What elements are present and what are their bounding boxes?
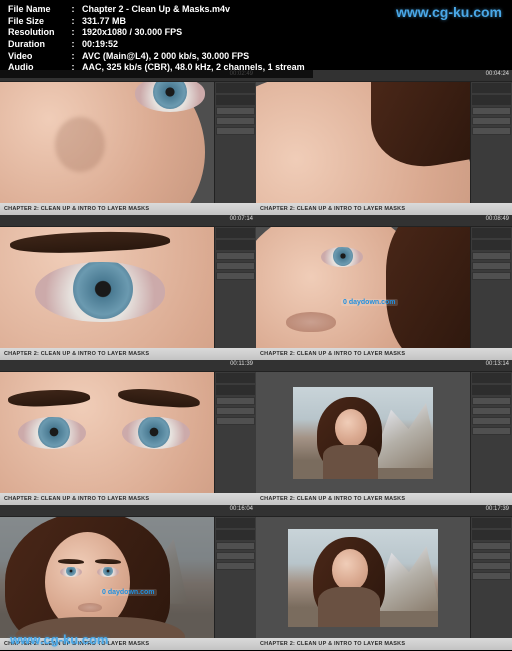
- chapter-banner: CHAPTER 2: CLEAN UP & INTRO TO LAYER MAS…: [256, 638, 512, 650]
- timecode: 00:11:39: [230, 361, 253, 367]
- thumbnail-1[interactable]: 00:02:49 CHAPTER 2: CLEAN UP & INTRO TO …: [0, 70, 256, 215]
- ps-menubar: [0, 505, 256, 517]
- chapter-banner: CHAPTER 2: CLEAN UP & INTRO TO LAYER MAS…: [256, 348, 512, 360]
- ps-menubar: [256, 215, 512, 227]
- info-separator: :: [64, 27, 82, 39]
- info-separator: :: [64, 62, 82, 74]
- thumbnail-2[interactable]: 00:04:24 CHAPTER 2: CLEAN UP & INTRO TO …: [256, 70, 512, 215]
- chapter-banner: CHAPTER 2: CLEAN UP & INTRO TO LAYER MAS…: [256, 493, 512, 505]
- info-separator: :: [64, 4, 82, 16]
- ps-canvas: [256, 82, 470, 203]
- info-value: 00:19:52: [82, 39, 118, 51]
- watermark-top: www.cg-ku.com: [396, 4, 502, 20]
- timecode: 00:17:39: [486, 506, 509, 512]
- media-info-box: File Name : Chapter 2 - Clean Up & Masks…: [0, 0, 313, 78]
- thumbnail-4[interactable]: 00:08:49 0 daydown.com CHAPTER 2: CLEAN …: [256, 215, 512, 360]
- ps-canvas: [0, 82, 214, 203]
- thumbnail-grid: 00:02:49 CHAPTER 2: CLEAN UP & INTRO TO …: [0, 70, 512, 650]
- info-row-filename: File Name : Chapter 2 - Clean Up & Masks…: [8, 4, 305, 16]
- daydown-watermark: 0 daydown.com: [100, 589, 157, 596]
- ps-panels: [470, 82, 512, 203]
- timecode: 00:16:04: [230, 506, 253, 512]
- ps-menubar: [256, 360, 512, 372]
- info-value: AVC (Main@L4), 2 000 kb/s, 30.000 FPS: [82, 51, 249, 63]
- timecode: 00:04:24: [486, 71, 509, 77]
- ps-panels: [214, 372, 256, 493]
- thumbnail-3[interactable]: 00:07:14 CHAPTER 2: CLEAN UP & INTRO TO …: [0, 215, 256, 360]
- chapter-banner: CHAPTER 2: CLEAN UP & INTRO TO LAYER MAS…: [256, 203, 512, 215]
- info-row-resolution: Resolution : 1920x1080 / 30.000 FPS: [8, 27, 305, 39]
- info-value: AAC, 325 kb/s (CBR), 48.0 kHz, 2 channel…: [82, 62, 305, 74]
- watermark-bottom: www.cg-ku.com: [10, 632, 108, 647]
- info-row-duration: Duration : 00:19:52: [8, 39, 305, 51]
- thumbnail-6[interactable]: 00:13:14 CHAPTER 2: CLEAN UP & INTRO TO …: [256, 360, 512, 505]
- ps-panels: [214, 517, 256, 638]
- ps-menubar: [0, 215, 256, 227]
- ps-canvas: [256, 517, 470, 638]
- info-row-filesize: File Size : 331.77 MB: [8, 16, 305, 28]
- info-value: Chapter 2 - Clean Up & Masks.m4v: [82, 4, 230, 16]
- ps-canvas: [256, 372, 470, 493]
- info-label: Audio: [8, 62, 64, 74]
- ps-panels: [470, 372, 512, 493]
- ps-canvas: 0 daydown.com: [0, 517, 214, 638]
- thumbnail-8[interactable]: 00:17:39 CHAPTER 2: CLEAN UP & INTRO TO …: [256, 505, 512, 650]
- info-row-video: Video : AVC (Main@L4), 2 000 kb/s, 30.00…: [8, 51, 305, 63]
- ps-canvas: 0 daydown.com: [256, 227, 470, 348]
- info-label: Video: [8, 51, 64, 63]
- thumbnail-7[interactable]: 00:16:04 0 daydown.com CHAPTER 2: CLEAN …: [0, 505, 256, 650]
- info-value: 331.77 MB: [82, 16, 126, 28]
- timecode: 00:08:49: [486, 216, 509, 222]
- info-separator: :: [64, 39, 82, 51]
- ps-panels: [214, 227, 256, 348]
- ps-menubar: [256, 505, 512, 517]
- ps-canvas: [0, 227, 214, 348]
- info-label: File Size: [8, 16, 64, 28]
- timecode: 00:07:14: [230, 216, 253, 222]
- info-value: 1920x1080 / 30.000 FPS: [82, 27, 182, 39]
- ps-menubar: [0, 360, 256, 372]
- info-separator: :: [64, 16, 82, 28]
- info-row-audio: Audio : AAC, 325 kb/s (CBR), 48.0 kHz, 2…: [8, 62, 305, 74]
- chapter-banner: CHAPTER 2: CLEAN UP & INTRO TO LAYER MAS…: [0, 203, 256, 215]
- ps-canvas: [0, 372, 214, 493]
- info-label: Duration: [8, 39, 64, 51]
- ps-panels: [470, 517, 512, 638]
- timecode: 00:13:14: [486, 361, 509, 367]
- ps-panels: [214, 82, 256, 203]
- ps-panels: [470, 227, 512, 348]
- daydown-watermark: 0 daydown.com: [341, 299, 398, 306]
- info-label: Resolution: [8, 27, 64, 39]
- chapter-banner: CHAPTER 2: CLEAN UP & INTRO TO LAYER MAS…: [0, 493, 256, 505]
- info-label: File Name: [8, 4, 64, 16]
- info-separator: :: [64, 51, 82, 63]
- thumbnail-5[interactable]: 00:11:39 CHAPTER 2: CLEAN UP & INTRO TO …: [0, 360, 256, 505]
- chapter-banner: CHAPTER 2: CLEAN UP & INTRO TO LAYER MAS…: [0, 348, 256, 360]
